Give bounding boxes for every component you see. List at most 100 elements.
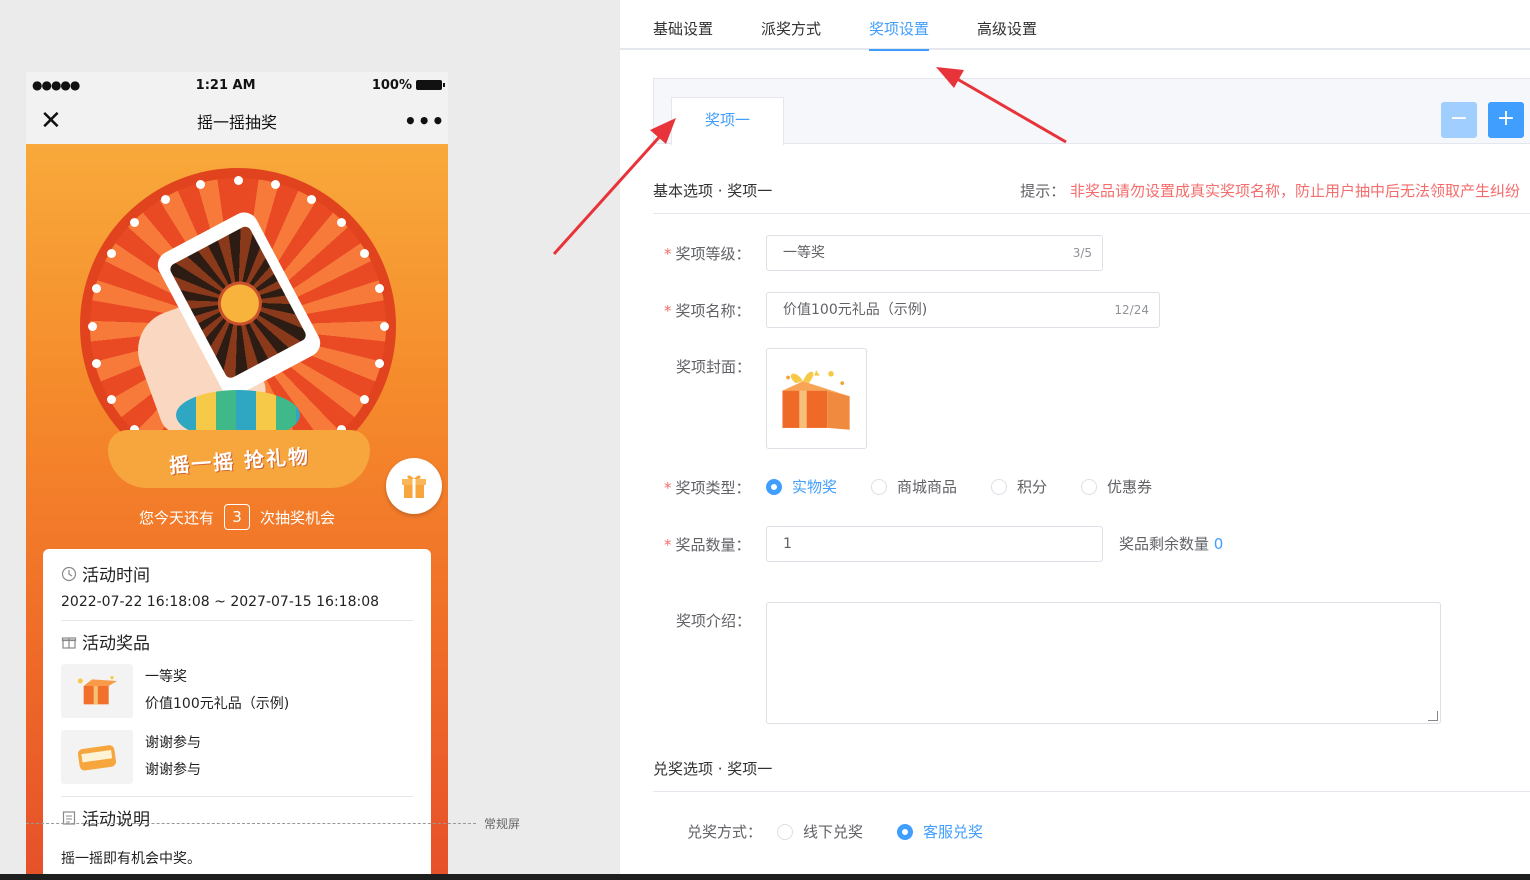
- prize-item: 一等奖 价值100元礼品（示例): [61, 658, 413, 724]
- name-label: * 奖项名称：: [664, 302, 751, 320]
- coin-icon: [210, 273, 270, 334]
- gift-outline-icon: [61, 636, 77, 649]
- wheel-dot: [336, 218, 346, 228]
- activity-prizes-title: 活动奖品: [61, 629, 413, 654]
- prize-level: 谢谢参与: [145, 735, 201, 751]
- prize-thumb: [61, 730, 133, 784]
- radio-service-redeem[interactable]: 客服兑奖: [897, 821, 983, 842]
- resize-handle[interactable]: [1428, 711, 1438, 721]
- bottom-bar: [0, 874, 1530, 880]
- wheel-dot: [379, 321, 389, 331]
- screen-fold-label: 常规屏: [484, 817, 521, 831]
- add-award-button[interactable]: +: [1488, 102, 1524, 138]
- signal-icon: ●●●●●: [32, 78, 80, 92]
- remaining-quantity: 奖品剩余数量 0: [1119, 535, 1224, 553]
- preview-pane: ●●●●● 1:21 AM 100% ✕ 摇一摇抽奖 ••• 摇一摇 抢礼物 您…: [0, 0, 620, 880]
- prize-level: 一等奖: [145, 669, 187, 685]
- intro-textarea[interactable]: [766, 602, 1441, 724]
- activity-rules-title: 活动说明: [61, 805, 413, 830]
- wheel-dot: [107, 248, 117, 258]
- basic-section-title: 基本选项 · 奖项一: [653, 182, 773, 200]
- chances-count: 3: [224, 504, 250, 530]
- quantity-input[interactable]: 1: [766, 526, 1103, 562]
- battery-percent: 100%: [371, 77, 412, 93]
- wheel-dot: [359, 248, 369, 258]
- award-type-radio-group: 实物奖 商城商品 积分 优惠券: [766, 476, 1186, 497]
- chances-prefix: 您今天还有: [138, 508, 214, 527]
- screen-fold-line: [26, 823, 476, 824]
- award-tabs: 奖项一 − +: [653, 78, 1530, 145]
- status-time: 1:21 AM: [195, 77, 256, 93]
- tab-basic-settings[interactable]: 基础设置: [653, 18, 713, 49]
- basic-section-header: 基本选项 · 奖项一 提示： 非奖品请勿设置成真实奖项名称，防止用户抽中后无法领…: [653, 180, 1530, 214]
- battery-status: 100%: [371, 77, 445, 93]
- radio-offline-redeem[interactable]: 线下兑奖: [777, 821, 863, 842]
- chances-text: 您今天还有 3 次抽奖机会: [26, 504, 448, 530]
- activity-info-card: 活动时间 2022-07-22 16:18:08 ~ 2027-07-15 16…: [43, 549, 431, 880]
- wheel-dot: [306, 195, 316, 205]
- close-icon[interactable]: ✕: [40, 108, 70, 134]
- tab-award-settings[interactable]: 奖项设置: [869, 18, 930, 51]
- wheel-dot: [195, 180, 205, 190]
- tab-dispatch-method[interactable]: 派奖方式: [761, 18, 821, 49]
- wheel-dot: [359, 394, 369, 404]
- section-tip: 提示： 非奖品请勿设置成真实奖项名称，防止用户抽中后无法领取产生纠纷: [1020, 182, 1520, 200]
- activity-time-range: 2022-07-22 16:18:08 ~ 2027-07-15 16:18:0…: [61, 594, 413, 621]
- status-bar: ●●●●● 1:21 AM 100%: [26, 72, 448, 98]
- wheel-dot: [87, 321, 97, 331]
- shaking-phone-illustration: [126, 204, 326, 440]
- level-label: * 奖项等级：: [664, 245, 751, 263]
- intro-label: 奖项介绍：: [676, 612, 752, 630]
- more-icon[interactable]: •••: [404, 109, 444, 133]
- redeem-label: 兑奖方式：: [687, 823, 763, 841]
- name-counter: 12/24: [1114, 303, 1149, 317]
- award-tab-1[interactable]: 奖项一: [671, 97, 784, 145]
- prize-list: 一等奖 价值100元礼品（示例) 谢谢参与 谢谢参与: [61, 658, 413, 790]
- wheel-dot: [160, 195, 170, 205]
- lottery-hero: 摇一摇 抢礼物 您今天还有 3 次抽奖机会 活动时间 2022-07-22 16…: [26, 144, 448, 880]
- level-input[interactable]: 一等奖 3/5: [766, 235, 1103, 271]
- main-tabs: 基础设置 派奖方式 奖项设置 高级设置: [620, 0, 1530, 51]
- clock-icon: [61, 566, 77, 581]
- gift-box-image: [781, 369, 850, 430]
- wheel-dot: [107, 394, 117, 404]
- radio-physical[interactable]: 实物奖: [766, 476, 837, 497]
- settings-pane: 基础设置 派奖方式 奖项设置 高级设置 奖项一 − + 基本选项 · 奖项一 提…: [620, 0, 1530, 880]
- nav-title: 摇一摇抽奖: [196, 113, 277, 132]
- wheel-dot: [233, 175, 243, 185]
- wheel-dot: [374, 359, 384, 369]
- gift-icon: [402, 475, 426, 498]
- tip-text: 非奖品请勿设置成真实奖项名称，防止用户抽中后无法领取产生纠纷: [1069, 182, 1520, 200]
- prize-item: 谢谢参与 谢谢参与: [61, 724, 413, 790]
- prize-name: 价值100元礼品（示例): [145, 696, 290, 712]
- activity-time-title: 活动时间: [61, 561, 413, 586]
- phone-preview: ●●●●● 1:21 AM 100% ✕ 摇一摇抽奖 ••• 摇一摇 抢礼物 您…: [26, 72, 448, 880]
- activity-rules-text: 摇一摇即有机会中奖。: [61, 851, 201, 867]
- banner-text: 摇一摇 抢礼物: [167, 443, 311, 478]
- quantity-label: * 奖品数量：: [664, 536, 751, 554]
- thanks-card-icon: [77, 745, 117, 771]
- wheel-dot: [271, 180, 281, 190]
- prize-name: 谢谢参与: [145, 762, 201, 778]
- tab-advanced-settings[interactable]: 高级设置: [977, 18, 1037, 49]
- level-counter: 3/5: [1072, 246, 1092, 260]
- nav-bar: ✕ 摇一摇抽奖 •••: [26, 98, 448, 144]
- gift-box-icon: [77, 676, 117, 705]
- cover-upload[interactable]: [766, 348, 867, 449]
- type-label: * 奖项类型：: [664, 479, 751, 497]
- redeem-section-title: 兑奖选项 · 奖项一: [653, 760, 773, 778]
- remove-award-button[interactable]: −: [1441, 102, 1477, 138]
- redeem-radio-group: 线下兑奖 客服兑奖: [777, 821, 1017, 842]
- banner-ribbon: 摇一摇 抢礼物: [108, 430, 370, 488]
- wheel-dot: [92, 283, 102, 293]
- wheel-dot: [130, 218, 140, 228]
- chances-suffix: 次抽奖机会: [260, 508, 336, 527]
- wheel-dot: [374, 283, 384, 293]
- battery-icon: [415, 80, 445, 90]
- radio-points[interactable]: 积分: [991, 476, 1047, 497]
- radio-mall-product[interactable]: 商城商品: [871, 476, 957, 497]
- radio-coupon[interactable]: 优惠券: [1081, 476, 1152, 497]
- cover-label: 奖项封面：: [676, 358, 752, 376]
- name-input[interactable]: 价值100元礼品（示例) 12/24: [766, 292, 1160, 328]
- prize-thumb: [61, 664, 133, 718]
